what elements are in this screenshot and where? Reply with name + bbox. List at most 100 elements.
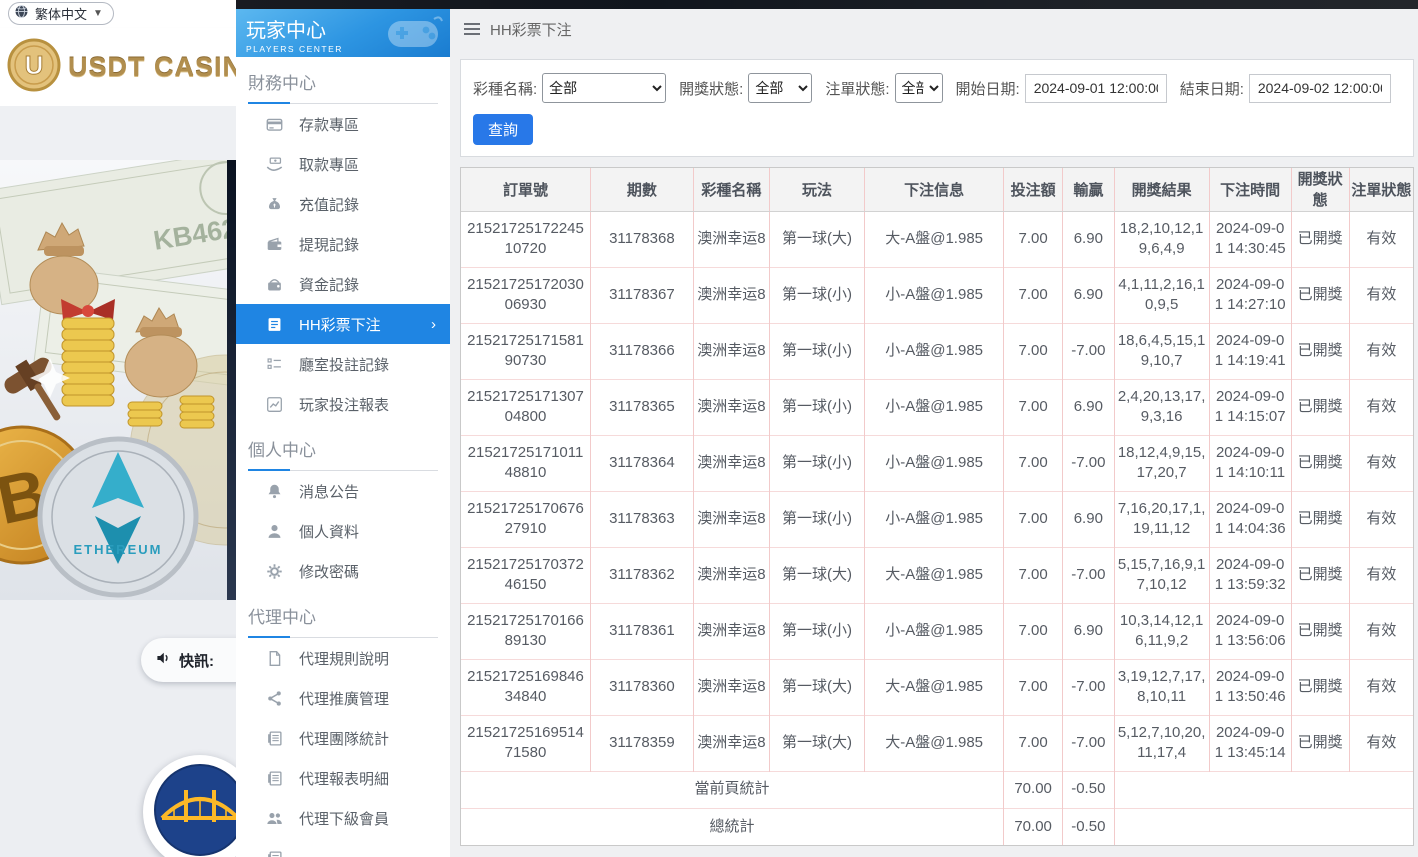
table-cell: 6.90 — [1062, 266, 1115, 323]
sidebar-item-1-2[interactable]: 修改密碼 — [236, 551, 450, 591]
sidebar-item-label: 充值記錄 — [299, 196, 360, 214]
search-button[interactable]: 查詢 — [473, 114, 534, 145]
sidebar-section-title: 個人中心 — [248, 436, 438, 471]
gamepad-icon — [382, 13, 444, 57]
sidebar-item-0-1[interactable]: 取款專區 — [236, 144, 450, 184]
sidebar-item-2-4[interactable]: 代理下級會員 — [236, 798, 450, 838]
table-cell: 2152172516951471580 — [461, 714, 591, 771]
table-row: 2152172517130704800 31178365 澳洲幸运8 第一球(小) 小-… — [461, 378, 1413, 435]
table-cell: 7.00 — [1003, 602, 1063, 659]
table-cell: 第一球(大) — [768, 658, 865, 715]
table-cell: 大-A盤@1.985 — [864, 546, 1004, 603]
sidebar-item-1-0[interactable]: 消息公告 — [236, 471, 450, 511]
table-cell: 已開獎 — [1290, 658, 1350, 715]
table-cell: 6.90 — [1062, 602, 1115, 659]
sidebar-item-2-3[interactable]: 代理報表明細 — [236, 758, 450, 798]
table-cell: 有效 — [1348, 266, 1413, 323]
sidebar-item-label: 消息公告 — [299, 483, 360, 501]
table-cell: 6.90 — [1062, 378, 1115, 435]
table-cell: 7.00 — [1003, 490, 1063, 547]
sidebar-item-0-3[interactable]: 提現記錄 — [236, 224, 450, 264]
bets-table: 訂單號 期數 彩種名稱 玩法 下注信息 投注額 輸贏 開獎結果 下注時間 開獎狀態 注單狀態 215… — [461, 168, 1413, 845]
news-ticker[interactable]: 快訊: — [141, 638, 236, 682]
table-row: 2152172516984634840 31178360 澳洲幸运8 第一球(大) 大-… — [461, 658, 1413, 715]
table-cell: 澳洲幸运8 — [692, 602, 770, 659]
table-cell: 2152172517101148810 — [461, 434, 591, 491]
brand-logo[interactable]: U USDT CASINO — [0, 28, 236, 106]
table-row: 2152172517224510720 31178368 澳洲幸运8 第一球(大) 大-… — [461, 211, 1413, 267]
sidebar-item-2-0[interactable]: 代理規則說明 — [236, 638, 450, 678]
sidebar-item-1-1[interactable]: 個人資料 — [236, 511, 450, 551]
sidebar-item-0-7[interactable]: 玩家投注報表 — [236, 384, 450, 424]
moneybag-icon — [266, 196, 283, 213]
table-cell: 2152172517130704800 — [461, 378, 591, 435]
table-cell: 第一球(大) — [768, 546, 865, 603]
table-cell: 2024-09-01 14:10:11 — [1208, 434, 1292, 491]
bets-table-card: 訂單號 期數 彩種名稱 玩法 下注信息 投注額 輸贏 開獎結果 下注時間 開獎狀態 注單狀態 215… — [460, 167, 1414, 846]
sidebar-item-0-5[interactable]: HH彩票下注 › — [236, 304, 450, 344]
table-cell: 7.00 — [1003, 434, 1063, 491]
withdraw-hand-icon — [266, 156, 283, 173]
table-cell: 7,16,20,17,1,19,11,12 — [1113, 490, 1210, 547]
table-row: 2152172517037246150 31178362 澳洲幸运8 第一球(大) 大-… — [461, 546, 1413, 603]
support-logo-button[interactable] — [143, 755, 236, 857]
table-cell: 小-A盤@1.985 — [864, 378, 1004, 435]
language-selector[interactable]: 繁体中文 ▼ — [8, 2, 114, 25]
table-cell: 有效 — [1348, 434, 1413, 491]
table-cell: 大-A盤@1.985 — [864, 714, 1004, 771]
language-label: 繁体中文 — [35, 7, 88, 22]
table-cell: 有效 — [1348, 378, 1413, 435]
sidebar-item-0-6[interactable]: 廳室投註記錄 — [236, 344, 450, 384]
speaker-icon — [155, 650, 171, 671]
table-cell: 5,12,7,10,20,11,17,4 — [1113, 714, 1210, 771]
table-cell: 第一球(小) — [768, 490, 865, 547]
order-status-select[interactable]: 全部 — [894, 73, 943, 103]
filter-panel: 彩種名稱: 全部 開獎狀態: 全部 注單狀態: 全部 開始日期: 2024-09… — [460, 59, 1414, 157]
draw-status-label: 開獎狀態: — [679, 80, 744, 98]
table-cell: 已開獎 — [1290, 322, 1350, 379]
summary-empty — [1113, 770, 1413, 808]
table-cell: 2152172517037246150 — [461, 546, 591, 603]
table-cell: 澳洲幸运8 — [692, 266, 770, 323]
sidebar-item-label: 修改密碼 — [299, 563, 360, 581]
column-header: 注單狀態 — [1348, 168, 1413, 212]
sidebar-item-2-2[interactable]: 代理團隊統計 — [236, 718, 450, 758]
table-cell: 2024-09-01 14:19:41 — [1208, 322, 1292, 379]
table-cell: 已開獎 — [1290, 211, 1350, 267]
table-cell: 大-A盤@1.985 — [864, 658, 1004, 715]
sidebar-item-0-4[interactable]: 資金記錄 — [236, 264, 450, 304]
draw-status-select[interactable]: 全部 — [748, 73, 813, 103]
coin-logo-icon: U — [7, 38, 61, 97]
table-row: 2152172517203006930 31178367 澳洲幸运8 第一球(小) 小-… — [461, 266, 1413, 323]
sidebar-item-label: 代理報表明細 — [299, 770, 390, 788]
sidebar-item-label: 廳室投註記錄 — [299, 356, 390, 374]
table-cell: 有效 — [1348, 714, 1413, 771]
table-cell: 7.00 — [1003, 211, 1063, 267]
page-title: HH彩票下注 — [490, 21, 572, 39]
table-cell: 7.00 — [1003, 546, 1063, 603]
summary-winloss-total: -0.50 — [1062, 770, 1115, 808]
hamburger-menu-icon[interactable] — [464, 23, 480, 35]
sidebar-item-0-2[interactable]: 充值記錄 — [236, 184, 450, 224]
gear-icon — [266, 563, 283, 580]
sidebar-item-0-0[interactable]: 存款專區 — [236, 104, 450, 144]
table-cell: 小-A盤@1.985 — [864, 434, 1004, 491]
column-header: 開獎狀態 — [1290, 168, 1350, 212]
end-date-input[interactable] — [1248, 73, 1391, 103]
column-header: 開獎結果 — [1113, 168, 1210, 212]
column-header: 輸贏 — [1062, 168, 1115, 212]
sidebar-item-2-1[interactable]: 代理推廣管理 — [236, 678, 450, 718]
table-cell: 第一球(大) — [768, 211, 865, 267]
summary-label: 當前頁統計 — [461, 770, 1004, 808]
lottery-name-select[interactable]: 全部 — [542, 73, 667, 103]
sidebar-item-2-5[interactable] — [236, 838, 450, 857]
table-cell: 第一球(小) — [768, 322, 865, 379]
start-date-input[interactable] — [1024, 73, 1167, 103]
table-cell: 18,2,10,12,19,6,4,9 — [1113, 211, 1210, 267]
table-cell: 澳洲幸运8 — [692, 658, 770, 715]
players-center-header: 玩家中心 PLAYERS CENTER — [236, 9, 450, 57]
table-cell: 31178364 — [589, 434, 694, 491]
right-column: 玩家中心 PLAYERS CENTER 財務中心 存款專區 取款專區 充值記錄 提現記錄… — [236, 0, 1418, 857]
table-cell: -7.00 — [1062, 658, 1115, 715]
table-cell: 已開獎 — [1290, 434, 1350, 491]
